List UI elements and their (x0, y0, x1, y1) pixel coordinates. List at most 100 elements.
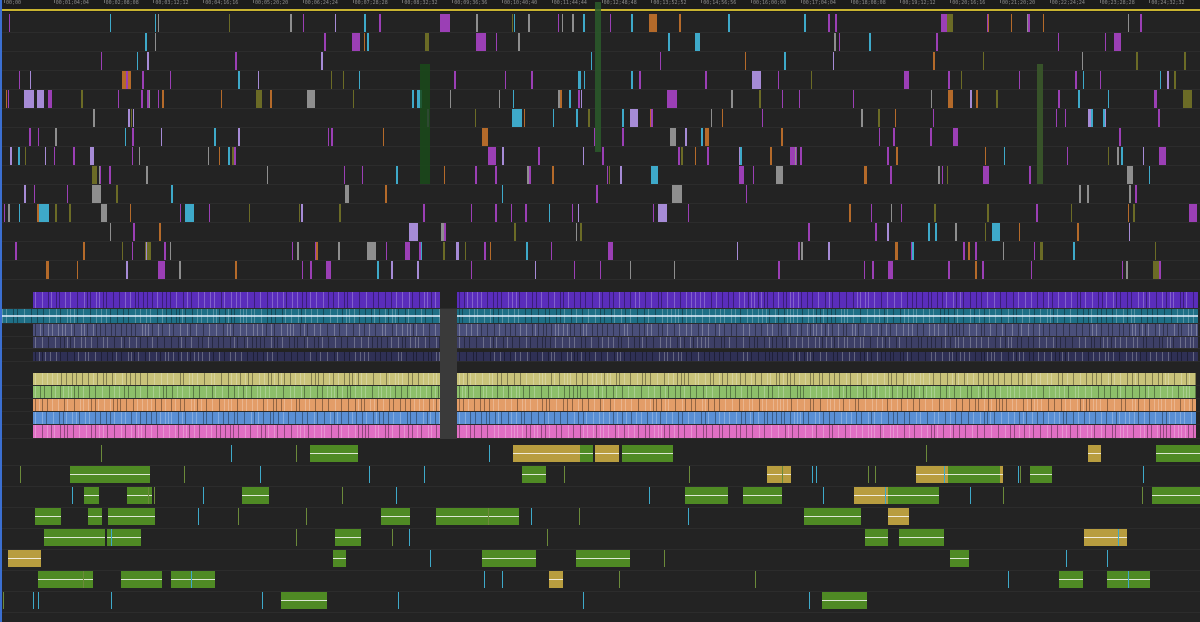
video-clip[interactable] (778, 71, 779, 89)
video-clip[interactable] (69, 204, 71, 222)
video-clip[interactable] (482, 128, 488, 146)
video-clip[interactable] (258, 71, 259, 89)
track-band[interactable] (0, 309, 440, 323)
audio-clip[interactable] (944, 466, 945, 483)
audio-clip[interactable] (868, 466, 869, 483)
video-clip[interactable] (1011, 14, 1012, 32)
video-clip[interactable] (386, 242, 387, 260)
video-clip[interactable] (18, 147, 20, 165)
audio-clip[interactable] (83, 571, 84, 588)
audio-clip[interactable] (1084, 529, 1127, 546)
video-clip[interactable] (292, 242, 293, 260)
video-clip[interactable] (740, 147, 742, 165)
audio-clip[interactable] (392, 529, 393, 546)
video-clip[interactable] (4, 204, 5, 222)
video-clip[interactable] (147, 90, 149, 108)
audio-clip[interactable] (538, 445, 580, 462)
video-clip[interactable] (538, 147, 540, 165)
audio-clip[interactable] (812, 466, 813, 483)
video-clip[interactable] (514, 14, 515, 32)
video-clip[interactable] (328, 128, 329, 146)
audio-clip[interactable] (33, 592, 34, 609)
video-clip[interactable] (1100, 71, 1101, 89)
video-clip[interactable] (987, 204, 989, 222)
video-clip[interactable] (670, 128, 676, 146)
video-clip[interactable] (695, 147, 696, 165)
audio-clip[interactable] (854, 487, 888, 504)
video-clip[interactable] (798, 242, 800, 260)
video-clip[interactable] (303, 14, 304, 32)
video-clip[interactable] (935, 223, 937, 241)
video-clip[interactable] (132, 242, 133, 260)
video-clip[interactable] (90, 147, 94, 165)
audio-clip[interactable] (1156, 445, 1200, 462)
track-band[interactable] (457, 425, 1196, 438)
video-clip[interactable] (343, 71, 344, 89)
video-clip[interactable] (238, 71, 240, 89)
video-clip[interactable] (46, 261, 49, 279)
video-clip[interactable] (1159, 147, 1166, 165)
video-clip[interactable] (471, 204, 472, 222)
video-clip[interactable] (490, 242, 491, 260)
video-clip[interactable] (1056, 109, 1057, 127)
video-clip[interactable] (762, 109, 763, 127)
video-clip[interactable] (839, 33, 840, 51)
video-clip[interactable] (81, 90, 83, 108)
video-clip[interactable] (122, 242, 123, 260)
video-clip[interactable] (139, 147, 140, 165)
video-clip[interactable] (1019, 223, 1020, 241)
video-clip[interactable] (48, 90, 52, 108)
video-clip[interactable] (511, 204, 512, 222)
video-clip[interactable] (588, 109, 590, 127)
video-clip[interactable] (650, 109, 651, 127)
video-clip[interactable] (982, 261, 984, 279)
audio-clip[interactable] (1059, 571, 1083, 588)
audio-clip[interactable] (948, 466, 1000, 483)
video-clip[interactable] (961, 71, 962, 89)
video-clip[interactable] (290, 14, 292, 32)
video-clip[interactable] (1083, 71, 1084, 89)
video-clip[interactable] (948, 261, 950, 279)
video-clip[interactable] (975, 242, 977, 260)
video-clip[interactable] (963, 242, 965, 260)
video-clip[interactable] (484, 242, 486, 260)
video-clip[interactable] (101, 52, 102, 70)
track-band[interactable] (457, 292, 1198, 308)
audio-clip[interactable] (1030, 466, 1052, 483)
video-clip[interactable] (524, 109, 525, 127)
video-clip[interactable] (651, 166, 658, 184)
audio-clip[interactable] (381, 508, 410, 525)
video-clip[interactable] (441, 223, 444, 241)
audio-clip[interactable] (148, 487, 149, 504)
video-clip[interactable] (513, 90, 514, 108)
video-clip[interactable] (948, 90, 953, 108)
video-clip[interactable] (385, 185, 387, 203)
video-clip[interactable] (752, 71, 761, 89)
video-clip[interactable] (795, 147, 796, 165)
video-clip[interactable] (1058, 90, 1060, 108)
video-clip[interactable] (569, 90, 571, 108)
video-clip[interactable] (745, 52, 746, 70)
track-band[interactable] (33, 386, 440, 398)
video-clip[interactable] (1122, 261, 1123, 279)
video-clip[interactable] (170, 242, 171, 260)
video-clip[interactable] (162, 90, 164, 108)
video-clip[interactable] (9, 14, 10, 32)
video-clip[interactable] (887, 147, 889, 165)
video-clip[interactable] (1082, 52, 1083, 70)
track-lane[interactable] (0, 324, 1200, 337)
video-clip[interactable] (1043, 14, 1044, 32)
video-clip[interactable] (1158, 109, 1160, 127)
video-clip[interactable] (228, 147, 230, 165)
video-clip[interactable] (131, 109, 132, 127)
video-clip[interactable] (887, 223, 889, 241)
video-clip[interactable] (731, 90, 733, 108)
video-clip[interactable] (828, 242, 830, 260)
video-clip[interactable] (535, 261, 536, 279)
audio-clip[interactable] (970, 487, 971, 504)
video-clip[interactable] (92, 166, 97, 184)
video-clip[interactable] (444, 166, 445, 184)
video-clip[interactable] (161, 128, 162, 146)
video-clip[interactable] (872, 261, 874, 279)
video-clip[interactable] (778, 261, 780, 279)
